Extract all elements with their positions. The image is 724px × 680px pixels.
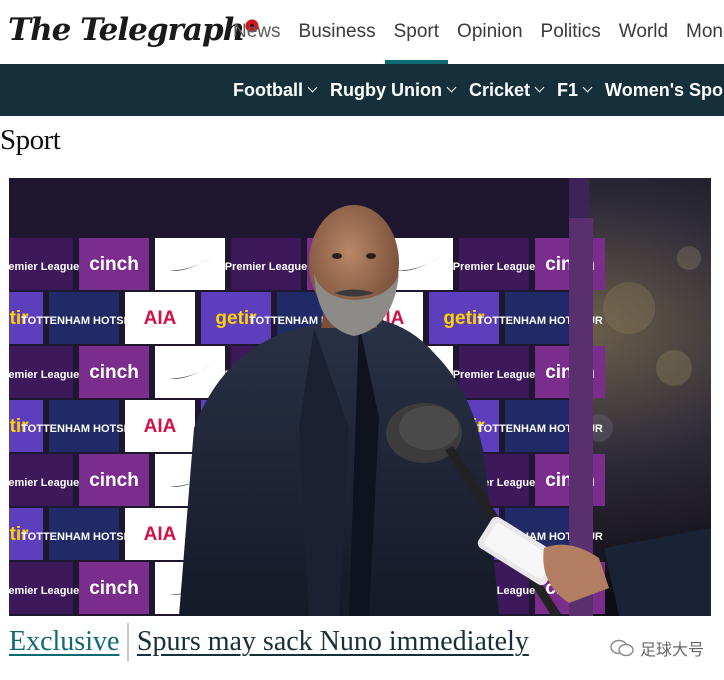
subnav-womens-sport[interactable]: Women's Spo (598, 64, 724, 116)
sponsor-text: Premier League (453, 369, 536, 381)
subnav-label: Football (233, 79, 303, 100)
sponsor-text: Premier League (453, 261, 536, 273)
watermark: 足球大号 (610, 636, 704, 660)
sponsor-text: AIA (144, 416, 177, 437)
nav-sport[interactable]: Sport (384, 0, 449, 64)
sponsor-text: Premier League (225, 261, 308, 273)
nav-business[interactable]: Business (290, 0, 385, 64)
headline-link[interactable]: Spurs may sack Nuno immediately (137, 626, 529, 658)
nav-politics[interactable]: Politics (532, 0, 610, 64)
sponsor-text: Premier League (9, 369, 79, 381)
exclusive-tag[interactable]: Exclusive (9, 626, 119, 658)
chevron-down-icon (307, 82, 318, 92)
sponsor-text: cinch (89, 578, 139, 599)
nav-world[interactable]: World (610, 0, 677, 64)
hero-photo: Premier League cinch Premier League cinch Pr… (9, 178, 711, 616)
sponsor-text: Premier League (9, 261, 79, 273)
logo-wordmark: The Telegraph (8, 12, 245, 48)
sponsor-text: cinch (89, 254, 139, 275)
nav-money[interactable]: Money (677, 0, 724, 64)
sponsor-text: cinch (89, 470, 139, 491)
chevron-down-icon (534, 82, 545, 92)
headline-divider (127, 623, 129, 661)
hero-image[interactable]: Premier League cinch Premier League cinch Pr… (9, 178, 711, 616)
subnav-football[interactable]: Football (226, 64, 323, 116)
sponsor-text: AIA (144, 524, 177, 545)
sport-subnav: Football Rugby Union Cricket F1 Women's … (0, 64, 724, 116)
wechat-icon (610, 639, 634, 657)
page-title: Sport (0, 124, 61, 156)
subnav-cricket[interactable]: Cricket (462, 64, 550, 116)
chevron-down-icon (582, 82, 593, 92)
subnav-label: Rugby Union (330, 79, 442, 100)
masthead: The Telegraph News Business Sport Opinio… (0, 0, 724, 64)
subnav-f1[interactable]: F1 (550, 64, 598, 116)
sponsor-text: cinch (89, 362, 139, 383)
sponsor-text: Premier League (9, 477, 79, 489)
subnav-rugby-union[interactable]: Rugby Union (323, 64, 462, 116)
subnav-label: F1 (557, 79, 579, 100)
sponsor-tile (155, 238, 225, 290)
headline: Exclusive Spurs may sack Nuno immediatel… (9, 622, 529, 662)
sponsor-text: Premier League (9, 585, 79, 597)
subnav-label: Women's Spo (605, 79, 723, 100)
nav-news[interactable]: News (224, 0, 290, 64)
top-nav: News Business Sport Opinion Politics Wor… (224, 0, 724, 64)
telegraph-logo[interactable]: The Telegraph (8, 8, 259, 52)
nav-opinion[interactable]: Opinion (448, 0, 532, 64)
sponsor-text: AIA (144, 308, 177, 329)
chevron-down-icon (446, 82, 457, 92)
subnav-label: Cricket (468, 79, 531, 100)
watermark-text: 足球大号 (639, 642, 704, 659)
